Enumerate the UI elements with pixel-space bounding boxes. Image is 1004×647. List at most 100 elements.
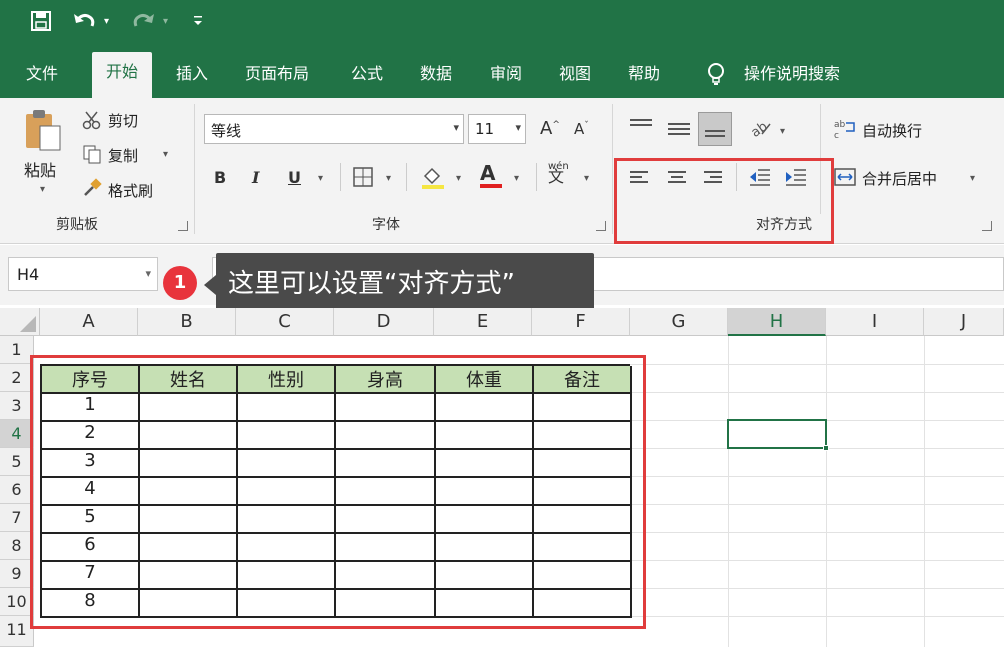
font-group-label: 字体: [372, 217, 400, 233]
row-header-7[interactable]: 7: [0, 504, 34, 532]
merge-center-icon: [834, 166, 856, 192]
underline-button[interactable]: U: [288, 168, 301, 187]
cut-button[interactable]: 剪切: [108, 110, 138, 131]
gridline: [630, 504, 1004, 505]
column-header-h[interactable]: H: [728, 308, 826, 336]
alignment-launcher-icon[interactable]: [982, 221, 992, 231]
fill-color-dropdown-icon[interactable]: ▾: [456, 173, 461, 184]
name-box-dropdown-icon[interactable]: ▾: [145, 267, 151, 280]
wrap-text-icon: ab c: [834, 118, 856, 144]
column-header-a[interactable]: A: [40, 308, 138, 336]
table-highlight-box: [30, 355, 646, 629]
bottom-align-icon[interactable]: [698, 112, 732, 146]
column-header-f[interactable]: F: [532, 308, 630, 336]
orientation-dropdown-icon[interactable]: ▾: [780, 126, 785, 137]
tab-formulas[interactable]: 公式: [341, 58, 393, 90]
copy-dropdown-icon[interactable]: ▾: [163, 149, 168, 160]
row-header-2[interactable]: 2: [0, 364, 34, 392]
tab-file[interactable]: 文件: [16, 58, 68, 90]
column-header-d[interactable]: D: [334, 308, 434, 336]
phonetic-guide-icon[interactable]: wén 文: [548, 162, 569, 185]
phonetic-dropdown-icon[interactable]: ▾: [584, 173, 589, 184]
gridline: [826, 336, 827, 647]
bold-button[interactable]: B: [214, 168, 226, 187]
row-header-10[interactable]: 10: [0, 588, 34, 616]
tab-help[interactable]: 帮助: [618, 58, 670, 90]
lightbulb-icon: [706, 62, 726, 90]
divider: [406, 163, 407, 191]
redo-icon[interactable]: [130, 10, 156, 37]
step-badge: 1: [163, 266, 197, 300]
gridline: [728, 336, 729, 647]
copy-icon: [82, 144, 102, 168]
undo-dropdown-icon[interactable]: ▾: [104, 16, 109, 27]
fill-color-icon[interactable]: [420, 164, 446, 194]
tell-me-search[interactable]: 操作说明搜索: [734, 58, 850, 90]
customize-icon[interactable]: [192, 12, 204, 32]
orientation-icon[interactable]: ab: [748, 118, 772, 142]
paste-button[interactable]: 粘贴: [24, 157, 56, 181]
divider: [340, 163, 341, 191]
gridline: [630, 532, 1004, 533]
row-header-5[interactable]: 5: [0, 448, 34, 476]
row-header-8[interactable]: 8: [0, 532, 34, 560]
borders-icon[interactable]: [352, 166, 374, 192]
font-size-dropdown-icon[interactable]: ▾: [515, 121, 521, 134]
row-header-11[interactable]: 11: [0, 616, 34, 647]
gridline: [630, 588, 1004, 589]
gridline: [924, 336, 925, 647]
fill-handle[interactable]: [823, 445, 829, 451]
borders-dropdown-icon[interactable]: ▾: [386, 173, 391, 184]
column-header-e[interactable]: E: [434, 308, 532, 336]
tab-data[interactable]: 数据: [410, 58, 462, 90]
merge-center-dropdown-icon[interactable]: ▾: [970, 173, 975, 184]
clipboard-launcher-icon[interactable]: [178, 221, 188, 231]
column-header-j[interactable]: J: [924, 308, 1004, 336]
top-align-icon[interactable]: [630, 116, 652, 129]
redo-dropdown-icon[interactable]: ▾: [163, 16, 168, 27]
tab-home[interactable]: 开始: [92, 52, 153, 98]
column-header-i[interactable]: I: [826, 308, 924, 336]
middle-align-icon[interactable]: [668, 120, 690, 138]
column-header-g[interactable]: G: [630, 308, 728, 336]
gridline: [630, 560, 1004, 561]
selected-cell-h4[interactable]: [727, 419, 827, 449]
tab-page-layout[interactable]: 页面布局: [235, 58, 319, 90]
row-header-6[interactable]: 6: [0, 476, 34, 504]
paste-icon[interactable]: [24, 108, 64, 156]
underline-dropdown-icon[interactable]: ▾: [318, 173, 323, 184]
row-header-4[interactable]: 4: [0, 420, 34, 448]
tab-view[interactable]: 视图: [549, 58, 601, 90]
column-header-b[interactable]: B: [138, 308, 236, 336]
copy-button[interactable]: 复制: [108, 145, 138, 166]
tab-review[interactable]: 审阅: [480, 58, 532, 90]
decrease-font-size-icon[interactable]: Aˇ: [574, 120, 589, 138]
callout-tooltip: 这里可以设置“对齐方式”: [216, 253, 594, 315]
wrap-text-button[interactable]: 自动换行: [862, 120, 922, 141]
increase-font-size-icon[interactable]: A^: [540, 118, 560, 139]
merge-center-button[interactable]: 合并后居中: [862, 168, 937, 189]
select-all-corner[interactable]: [0, 308, 40, 336]
font-size-combo[interactable]: 11 ▾: [468, 114, 526, 144]
save-icon[interactable]: [30, 10, 52, 37]
gridline: [630, 616, 1004, 617]
font-color-dropdown-icon[interactable]: ▾: [514, 173, 519, 184]
tab-insert[interactable]: 插入: [166, 58, 218, 90]
svg-text:ab: ab: [834, 120, 846, 130]
font-name-combo[interactable]: 等线 ▾: [204, 114, 464, 144]
format-painter-button[interactable]: 格式刷: [108, 180, 153, 201]
row-header-9[interactable]: 9: [0, 560, 34, 588]
column-header-c[interactable]: C: [236, 308, 334, 336]
scissors-icon: [82, 110, 102, 134]
name-box-value: H4: [17, 265, 40, 284]
name-box[interactable]: H4 ▾: [8, 257, 158, 291]
undo-icon[interactable]: [72, 10, 98, 37]
font-color-icon[interactable]: A: [480, 162, 502, 188]
row-header-3[interactable]: 3: [0, 392, 34, 420]
group-separator: [612, 104, 613, 234]
font-launcher-icon[interactable]: [596, 221, 606, 231]
font-name-dropdown-icon[interactable]: ▾: [453, 121, 459, 134]
row-header-1[interactable]: 1: [0, 336, 34, 364]
paste-dropdown-icon[interactable]: ▾: [40, 184, 45, 195]
italic-button[interactable]: I: [252, 168, 259, 187]
